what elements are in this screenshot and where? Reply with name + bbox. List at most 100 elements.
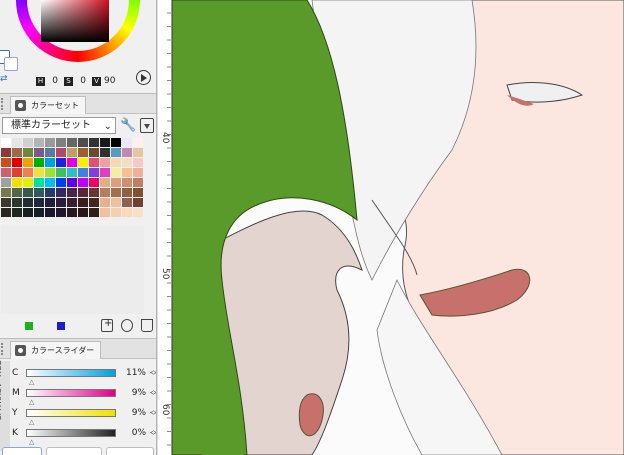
palette-swatch[interactable]	[67, 148, 77, 157]
palette-swatch[interactable]	[1, 148, 11, 157]
palette-swatch[interactable]	[23, 188, 33, 197]
palette-swatch[interactable]	[67, 188, 77, 197]
palette-swatch[interactable]	[67, 178, 77, 187]
palette-swatch[interactable]	[23, 138, 33, 147]
palette-swatch[interactable]	[12, 208, 22, 217]
palette-swatch[interactable]	[45, 158, 55, 167]
palette-swatch[interactable]	[100, 138, 110, 147]
palette-swatch[interactable]	[89, 188, 99, 197]
palette-swatch[interactable]	[34, 178, 44, 187]
palette-swatch[interactable]	[67, 138, 77, 147]
palette-swatch[interactable]	[100, 198, 110, 207]
palette-swatch[interactable]	[133, 138, 143, 147]
palette-swatch[interactable]	[133, 178, 143, 187]
wrench-icon[interactable]: 🔧	[120, 118, 136, 133]
palette-swatch[interactable]	[1, 178, 11, 187]
palette-swatch[interactable]	[1, 188, 11, 197]
palette-swatch[interactable]	[34, 148, 44, 157]
palette-swatch[interactable]	[122, 178, 132, 187]
palette-swatch[interactable]	[111, 208, 121, 217]
palette-swatch[interactable]	[34, 158, 44, 167]
palette-swatch[interactable]	[45, 198, 55, 207]
palette-swatch[interactable]	[111, 188, 121, 197]
palette-swatch[interactable]	[56, 158, 66, 167]
palette-swatch[interactable]	[133, 168, 143, 177]
palette-swatch[interactable]	[89, 138, 99, 147]
palette-swatch[interactable]	[56, 188, 66, 197]
palette-swatch[interactable]	[45, 148, 55, 157]
palette-swatch[interactable]	[111, 168, 121, 177]
palette-swatch[interactable]	[133, 188, 143, 197]
palette-swatch[interactable]	[34, 138, 44, 147]
palette-swatch[interactable]	[78, 158, 88, 167]
palette-swatch[interactable]	[45, 208, 55, 217]
palette-swatch[interactable]	[23, 208, 33, 217]
spinner-icon[interactable]: ︿ ﹀	[150, 427, 156, 440]
recent-color-swatch[interactable]	[25, 322, 33, 330]
spinner-icon[interactable]: ︿ ﹀	[150, 407, 156, 420]
palette-swatch[interactable]	[122, 198, 132, 207]
drawing-canvas[interactable]	[172, 0, 624, 455]
palette-swatch[interactable]	[1, 158, 11, 167]
slider-track[interactable]	[26, 389, 116, 397]
palette-swatch[interactable]	[111, 138, 121, 147]
palette-swatch[interactable]	[122, 158, 132, 167]
palette-swatch[interactable]	[133, 148, 143, 157]
palette-swatch[interactable]	[23, 158, 33, 167]
panel-grip-icon[interactable]	[1, 98, 7, 110]
background-color-swatch[interactable]	[4, 57, 18, 71]
slider-track[interactable]	[26, 429, 116, 437]
palette-swatch[interactable]	[56, 168, 66, 177]
saturation-value-square[interactable]	[41, 0, 109, 42]
palette-swatch[interactable]	[89, 148, 99, 157]
palette-swatch[interactable]	[78, 148, 88, 157]
palette-swatch[interactable]	[100, 178, 110, 187]
palette-swatch[interactable]	[1, 208, 11, 217]
palette-swatch[interactable]	[34, 188, 44, 197]
palette-swatch[interactable]	[100, 168, 110, 177]
palette-swatch[interactable]	[78, 178, 88, 187]
palette-swatch[interactable]	[133, 208, 143, 217]
bottom-tab[interactable]	[2, 447, 42, 455]
palette-swatch[interactable]	[34, 198, 44, 207]
palette-swatch[interactable]	[56, 178, 66, 187]
remove-color-icon[interactable]	[121, 319, 133, 332]
palette-swatch[interactable]	[89, 208, 99, 217]
palette-swatch[interactable]	[23, 198, 33, 207]
palette-swatch[interactable]	[111, 158, 121, 167]
palette-swatch[interactable]	[78, 208, 88, 217]
palette-swatch[interactable]	[23, 148, 33, 157]
palette-swatch[interactable]	[12, 168, 22, 177]
palette-swatch[interactable]	[78, 138, 88, 147]
palette-swatch[interactable]	[89, 178, 99, 187]
recent-color-swatch[interactable]	[57, 322, 65, 330]
panel-grip-icon[interactable]	[1, 343, 7, 355]
palette-swatch[interactable]	[67, 208, 77, 217]
palette-swatch[interactable]	[78, 168, 88, 177]
add-color-icon[interactable]	[101, 318, 113, 332]
palette-swatch[interactable]	[122, 138, 132, 147]
slider-track[interactable]	[26, 369, 116, 377]
palette-swatch[interactable]	[12, 178, 22, 187]
palette-swatch[interactable]	[133, 198, 143, 207]
palette-swatch[interactable]	[45, 138, 55, 147]
slider-value[interactable]: 0%	[120, 428, 146, 438]
palette-swatch[interactable]	[111, 148, 121, 157]
save-colorset-icon[interactable]	[140, 118, 154, 133]
palette-swatch[interactable]	[100, 158, 110, 167]
slider-thumb-icon[interactable]: △	[29, 398, 34, 406]
palette-swatch[interactable]	[100, 148, 110, 157]
palette-swatch[interactable]	[12, 148, 22, 157]
palette-swatch[interactable]	[23, 168, 33, 177]
palette-swatch[interactable]	[122, 208, 132, 217]
palette-swatch[interactable]	[100, 188, 110, 197]
bottom-tab[interactable]	[46, 447, 102, 455]
slider-track[interactable]	[26, 409, 116, 417]
palette-swatch[interactable]	[1, 138, 11, 147]
palette-swatch[interactable]	[100, 208, 110, 217]
palette-swatch[interactable]	[45, 168, 55, 177]
trash-icon[interactable]	[141, 319, 153, 332]
play-icon[interactable]	[136, 70, 151, 85]
palette-swatch[interactable]	[56, 208, 66, 217]
palette-swatch[interactable]	[1, 198, 11, 207]
